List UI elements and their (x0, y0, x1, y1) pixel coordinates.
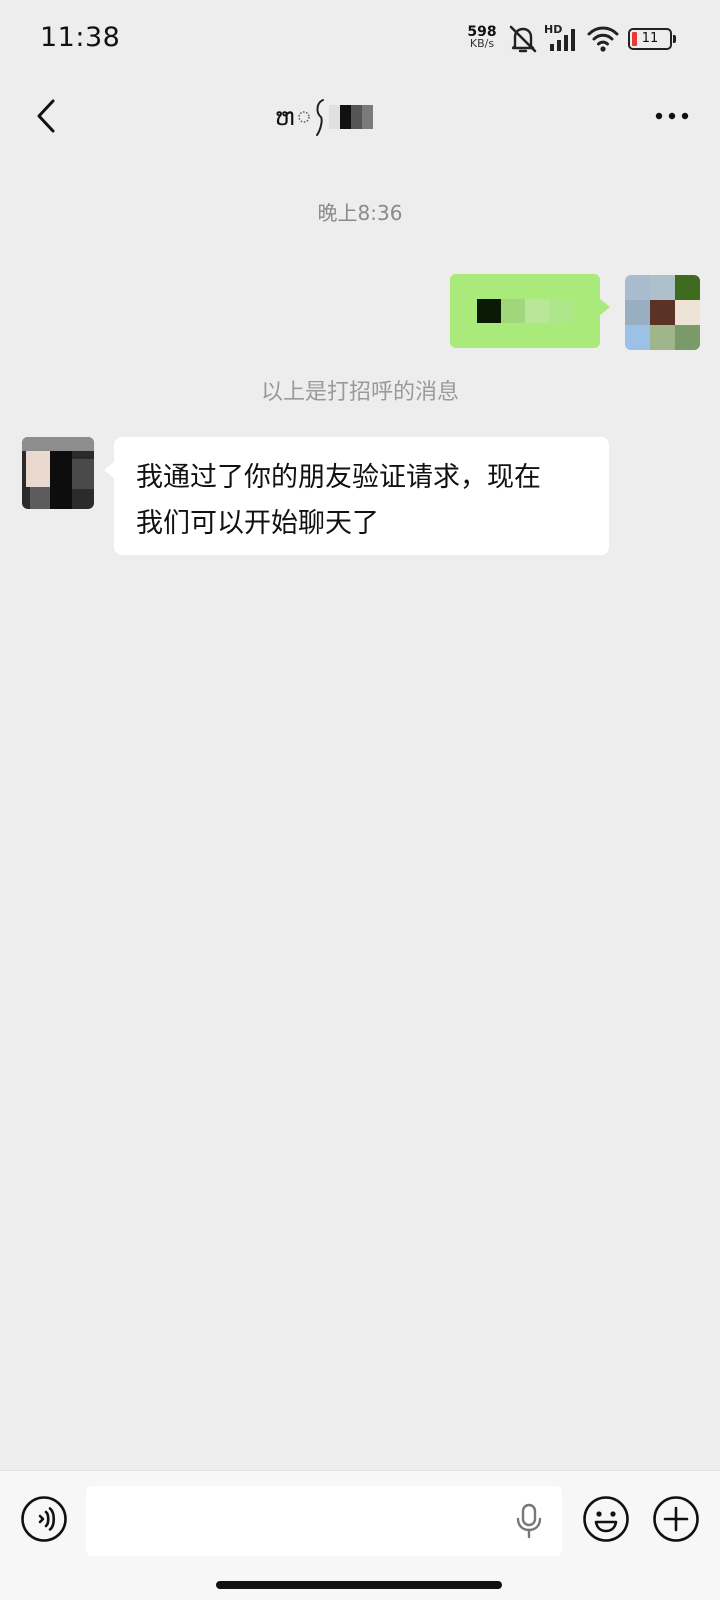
received-message-line2: 我们可以开始聊天了 (136, 508, 379, 539)
battery-nub (673, 35, 676, 43)
bubble-tail (104, 461, 115, 479)
sent-message-bubble[interactable] (450, 274, 610, 348)
wifi-icon (587, 26, 619, 52)
greeting-note: 以上是打招呼的消息 (260, 380, 459, 405)
bubble-tail (599, 298, 610, 316)
message-input[interactable] (86, 1486, 562, 1556)
pixelated-message-content (477, 299, 573, 323)
title-glyph-icon (315, 99, 324, 136)
avatar-self[interactable] (625, 275, 700, 350)
message-timestamp: 晚上8:36 (317, 201, 403, 225)
mute-bell-icon (509, 25, 537, 53)
smiley-icon (583, 1496, 629, 1542)
received-message-bubble[interactable]: 我通过了你的朋友验证请求，现在 我们可以开始聊天了 (104, 437, 609, 555)
microphone-button[interactable] (514, 1503, 544, 1539)
hd-signal-icon: HD (544, 23, 575, 51)
more-dots-icon (655, 112, 689, 120)
chat-title[interactable]: ຫ (275, 94, 373, 140)
chevron-left-icon (37, 99, 55, 133)
voice-mode-button[interactable] (20, 1495, 68, 1543)
pixelated-name (328, 105, 373, 129)
avatar-contact[interactable] (22, 437, 94, 509)
svg-text:HD: HD (544, 23, 562, 36)
status-bar: 11:38 598 KB/s HD 11 (0, 0, 720, 80)
home-indicator[interactable] (216, 1581, 502, 1589)
chat-header: ຫ (0, 80, 720, 156)
more-functions-button[interactable] (652, 1495, 700, 1543)
input-bar (0, 1470, 720, 1600)
voice-icon (21, 1496, 67, 1542)
received-message-line1: 我通过了你的朋友验证请求，现在 (136, 462, 541, 493)
chat-title-text: ຫ (275, 103, 295, 131)
dotted-circle-icon (297, 111, 310, 123)
plus-icon (653, 1496, 699, 1542)
more-options-button[interactable] (644, 90, 700, 142)
emoji-button[interactable] (582, 1495, 630, 1543)
status-time: 11:38 (40, 22, 121, 53)
back-button[interactable] (24, 90, 68, 142)
battery-icon: 11 (628, 28, 676, 50)
microphone-icon (516, 1503, 542, 1539)
battery-level: 11 (641, 31, 659, 46)
network-speed: 598 KB/s (464, 25, 500, 50)
